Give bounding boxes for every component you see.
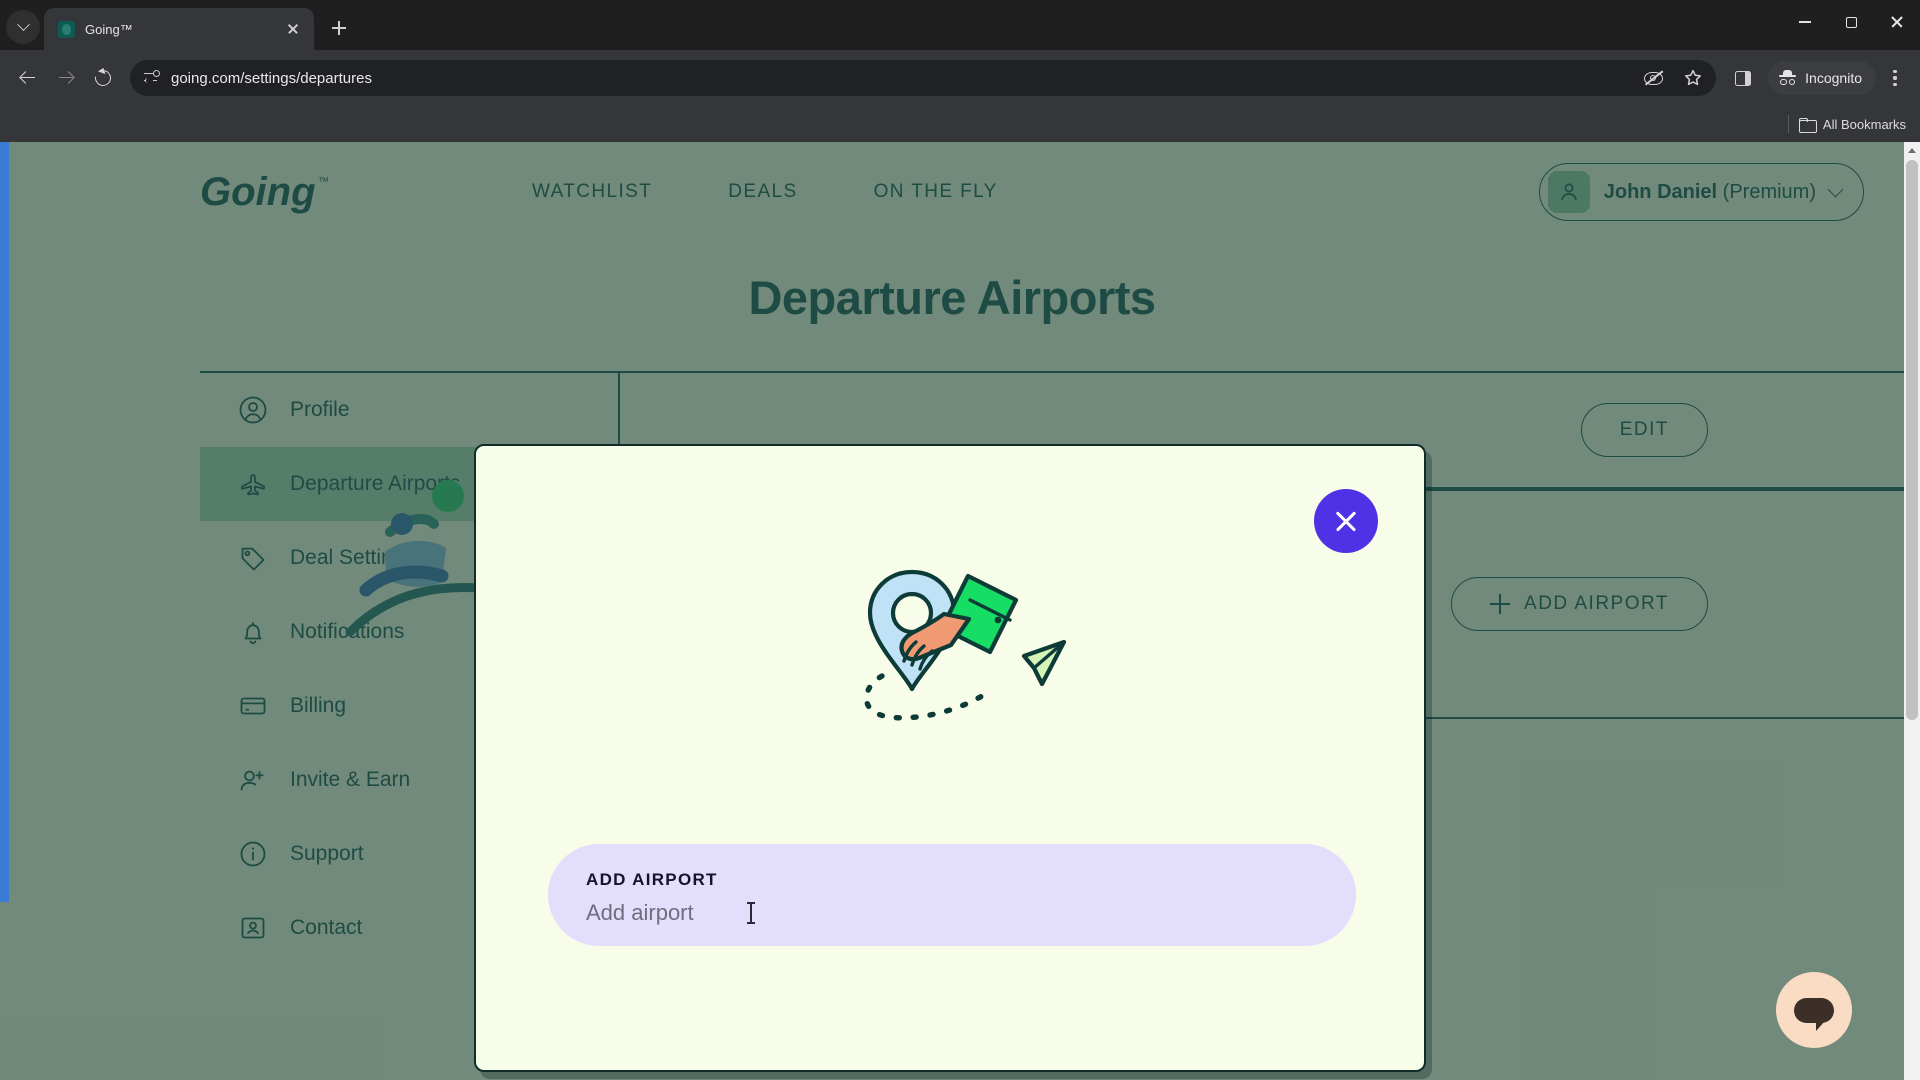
- reload-icon: [91, 66, 115, 90]
- favicon-icon: [58, 20, 75, 38]
- address-bar[interactable]: going.com/settings/departures: [130, 60, 1717, 96]
- page-viewport: Going ™ WATCHLIST DEALS ON THE FLY: [0, 142, 1920, 1080]
- reload-button[interactable]: [86, 61, 120, 95]
- scrollbar-thumb[interactable]: [1906, 160, 1918, 720]
- close-icon: [1333, 508, 1359, 534]
- url-text: going.com/settings/departures: [171, 69, 372, 87]
- minimize-button[interactable]: [1782, 0, 1828, 44]
- incognito-label: Incognito: [1805, 70, 1862, 86]
- incognito-icon: [1778, 69, 1797, 87]
- browser-toolbar: going.com/settings/departures Incognito: [0, 50, 1920, 106]
- chat-widget-button[interactable]: [1776, 972, 1852, 1048]
- focus-indicator-strip: [0, 142, 9, 902]
- all-bookmarks-label: All Bookmarks: [1822, 116, 1906, 132]
- incognito-badge[interactable]: Incognito: [1768, 61, 1876, 95]
- site-settings-icon[interactable]: [144, 70, 161, 87]
- tab-title: Going™: [85, 21, 133, 37]
- folder-icon: [1798, 117, 1817, 133]
- new-tab-button[interactable]: [324, 13, 354, 43]
- all-bookmarks-button[interactable]: All Bookmarks: [1798, 116, 1906, 133]
- side-panel-icon: [1735, 70, 1752, 86]
- tab-search-button[interactable]: [6, 10, 40, 44]
- text-cursor-icon: [747, 902, 755, 924]
- close-modal-button[interactable]: [1314, 489, 1378, 553]
- arrow-right-icon: [58, 71, 73, 86]
- forward-button[interactable]: [48, 61, 82, 95]
- add-airport-field-label: ADD AIRPORT: [586, 870, 718, 889]
- arrow-left-icon: [20, 71, 35, 86]
- page-scrollbar[interactable]: [1904, 142, 1920, 1080]
- browser-window: Going™ going.com/settings/departures Inc…: [0, 0, 1920, 1080]
- close-window-button[interactable]: [1874, 0, 1920, 44]
- close-tab-icon[interactable]: [282, 18, 304, 40]
- divider: [1787, 115, 1789, 133]
- add-airport-field[interactable]: ADD AIRPORT Add airport: [548, 844, 1356, 946]
- tracking-protection-icon[interactable]: [1638, 63, 1668, 93]
- bookmark-star-icon[interactable]: [1678, 63, 1708, 93]
- side-panel-button[interactable]: [1726, 61, 1760, 95]
- chevron-down-icon: [16, 17, 30, 31]
- maximize-button[interactable]: [1828, 0, 1874, 44]
- chat-bubble-icon: [1794, 997, 1834, 1031]
- add-airport-modal: ADD AIRPORT Add airport: [474, 444, 1426, 1072]
- tab-strip: Going™: [0, 0, 1920, 50]
- bookmarks-bar: All Bookmarks: [0, 106, 1920, 142]
- back-button[interactable]: [10, 61, 44, 95]
- browser-tab[interactable]: Going™: [44, 8, 314, 50]
- scroll-up-button[interactable]: [1904, 142, 1920, 158]
- browser-menu-button[interactable]: [1880, 63, 1910, 93]
- window-controls: [1782, 0, 1920, 44]
- modal-illustration: [820, 556, 1080, 751]
- add-airport-input[interactable]: Add airport: [586, 900, 1356, 926]
